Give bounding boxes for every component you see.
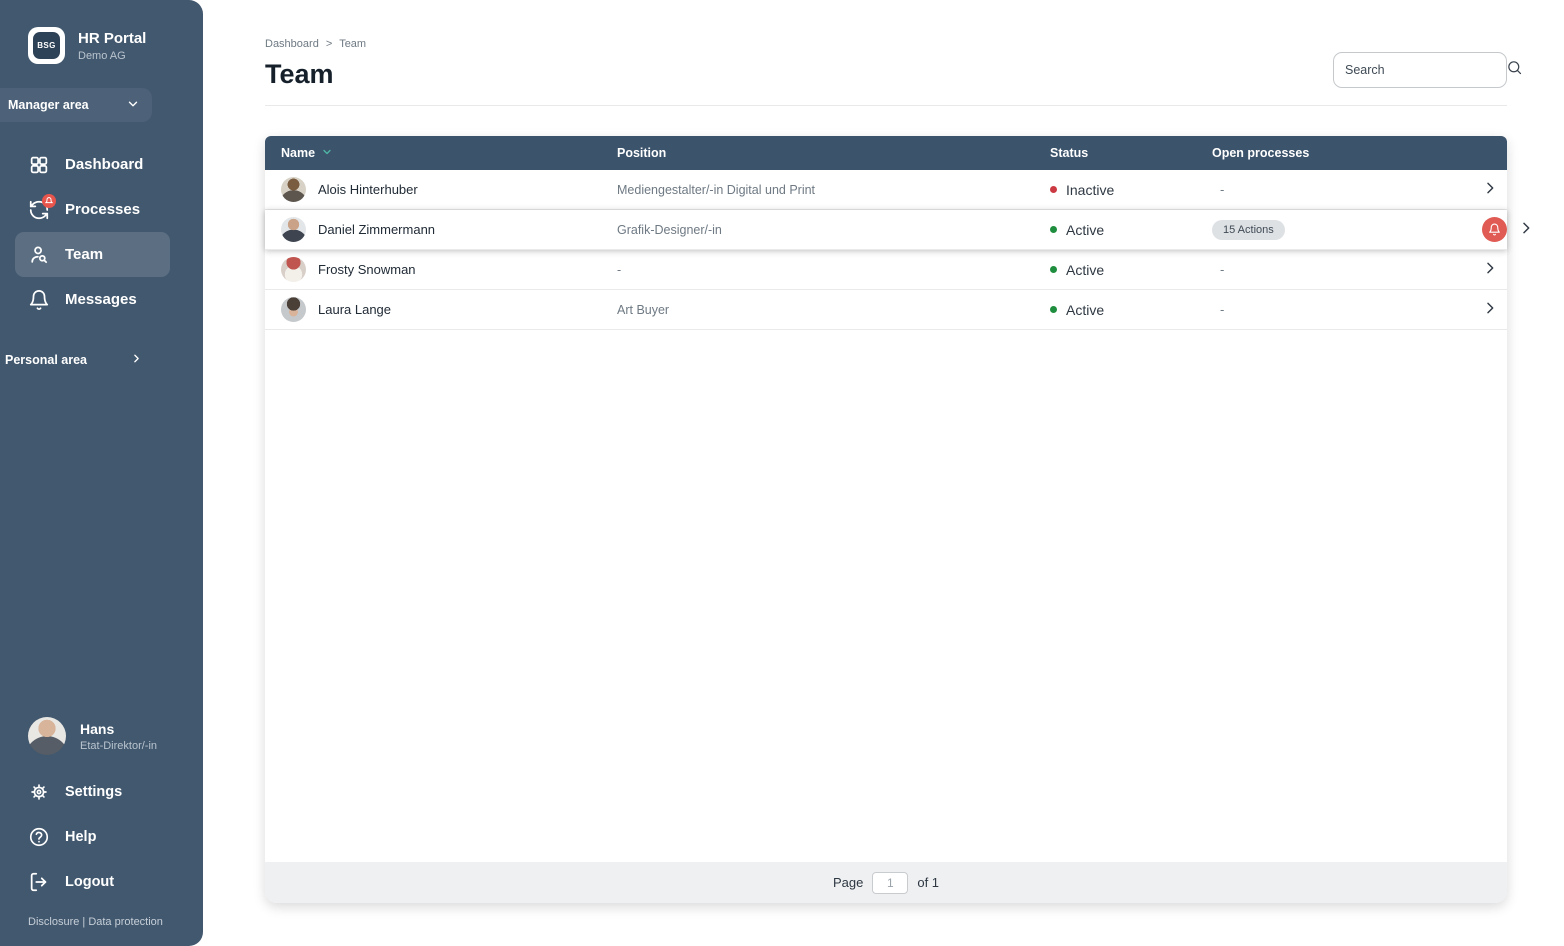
chevron-right-icon[interactable] [1518,220,1534,239]
employee-position: - [617,263,1050,277]
status-dot [1050,186,1057,193]
sidebar-item-help[interactable]: Help [0,814,203,859]
company-name: Demo AG [78,50,146,62]
legal-links[interactable]: Disclosure | Data protection [0,904,203,946]
manager-area-toggle[interactable]: Manager area [0,88,152,122]
avatar [281,217,306,242]
open-processes-value: - [1212,182,1482,197]
employee-name: Frosty Snowman [318,262,416,277]
open-processes-value: - [1212,262,1482,277]
help-circle-icon [28,826,50,848]
breadcrumb: Dashboard > Team [203,0,1564,50]
status-label: Active [1066,302,1104,318]
employee-name: Daniel Zimmermann [318,222,435,237]
search-input[interactable] [1345,63,1506,77]
column-header-name[interactable]: Name [265,146,617,161]
personal-area-toggle[interactable]: Personal area [0,342,203,378]
breadcrumb-separator: > [326,38,332,50]
sidebar-item-logout[interactable]: Logout [0,859,203,904]
chevron-right-icon[interactable] [1482,300,1498,319]
team-table: Name Position Status Open processes Aloi… [265,136,1507,903]
column-header-status[interactable]: Status [1050,146,1212,160]
app-logo-row: BSG HR Portal Demo AG [28,27,203,64]
status-dot [1050,226,1057,233]
processes-notification-badge [42,194,56,208]
table-header-row: Name Position Status Open processes [265,136,1507,170]
employee-position: Art Buyer [617,303,1050,317]
chevron-right-icon[interactable] [1482,180,1498,199]
sidebar-item-messages[interactable]: Messages [15,277,170,322]
avatar [281,177,306,202]
refresh-icon [28,199,50,221]
column-header-position[interactable]: Position [617,146,1050,160]
company-logo: BSG [28,27,65,64]
sidebar-item-label: Processes [65,201,140,218]
current-user[interactable]: Hans Etat-Direktor/-in [28,717,203,755]
status-label: Inactive [1066,182,1114,198]
employee-position: Grafik-Designer/-in [617,223,1050,237]
actions-count-badge: 15 Actions [1212,220,1285,240]
status-label: Active [1066,222,1104,238]
company-logo-mark: BSG [33,32,60,59]
personal-area-label: Personal area [5,353,87,367]
manager-area-label: Manager area [8,98,89,112]
page-number-input[interactable] [872,872,908,894]
sidebar-item-settings[interactable]: Settings [0,769,203,814]
sort-chevron-down-icon [321,146,333,161]
chevron-down-icon [126,97,140,114]
sidebar-item-label: Help [65,829,96,845]
sidebar-item-label: Dashboard [65,156,143,173]
avatar [281,257,306,282]
sidebar: BSG HR Portal Demo AG Manager area Dashb… [0,0,203,946]
table-row[interactable]: Laura Lange Art Buyer Active - [265,290,1507,330]
open-processes-value: - [1212,302,1482,317]
user-role: Etat-Direktor/-in [80,740,157,752]
table-row[interactable]: Alois Hinterhuber Mediengestalter/-in Di… [265,170,1507,210]
main-content: Dashboard > Team Team Name Position Stat… [203,0,1564,946]
pagination-bar: Page of 1 [265,862,1507,903]
app-title: HR Portal [78,30,146,47]
breadcrumb-dashboard[interactable]: Dashboard [265,38,319,50]
page-label: Page [833,875,863,890]
column-header-open-processes[interactable]: Open processes [1212,146,1482,160]
search-icon[interactable] [1506,59,1523,81]
employee-position: Mediengestalter/-in Digital und Print [617,183,1050,197]
search-box[interactable] [1333,52,1507,88]
header-divider [265,105,1507,106]
bell-icon [28,289,50,311]
sidebar-item-processes[interactable]: Processes [15,187,170,232]
user-avatar [28,717,66,755]
table-row[interactable]: Daniel Zimmermann Grafik-Designer/-in Ac… [265,210,1507,250]
gear-icon [28,781,50,803]
logout-icon [28,871,50,893]
sidebar-nav: Dashboard Processes Team Messages [0,142,203,322]
table-empty-area [265,330,1507,862]
chevron-right-icon[interactable] [1482,260,1498,279]
status-dot [1050,306,1057,313]
alert-bell-badge[interactable] [1482,217,1507,242]
page-of-label: of 1 [917,875,939,890]
status-dot [1050,266,1057,273]
dashboard-grid-icon [28,154,50,176]
sidebar-item-dashboard[interactable]: Dashboard [15,142,170,187]
avatar [281,297,306,322]
table-row[interactable]: Frosty Snowman - Active - [265,250,1507,290]
team-search-icon [28,244,50,266]
sidebar-item-team[interactable]: Team [15,232,170,277]
sidebar-item-label: Settings [65,784,122,800]
user-name: Hans [80,721,157,737]
employee-name: Laura Lange [318,302,391,317]
sidebar-item-label: Team [65,246,103,263]
employee-name: Alois Hinterhuber [318,182,418,197]
breadcrumb-team[interactable]: Team [339,38,366,50]
status-label: Active [1066,262,1104,278]
sidebar-item-label: Messages [65,291,137,308]
sidebar-item-label: Logout [65,874,114,890]
chevron-right-icon [130,352,143,368]
